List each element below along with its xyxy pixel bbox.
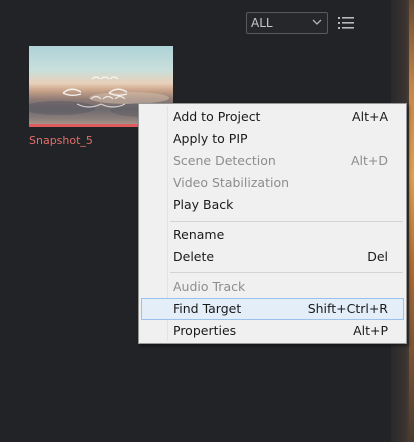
media-filter-dropdown[interactable]: ALL	[246, 12, 328, 34]
menu-item-label: Rename	[173, 227, 225, 242]
menu-item-label: Scene Detection	[173, 153, 276, 168]
menu-item-properties[interactable]: Properties Alt+P	[141, 320, 404, 342]
menu-item-shortcut: Del	[367, 249, 388, 264]
menu-item-label: Find Target	[173, 301, 242, 316]
context-menu: Add to Project Alt+A Apply to PIP Scene …	[138, 103, 407, 344]
chevron-down-icon	[312, 19, 322, 25]
menu-item-play-back[interactable]: Play Back	[141, 194, 404, 216]
menu-item-find-target[interactable]: Find Target Shift+Ctrl+R	[141, 298, 404, 320]
menu-item-add-to-project[interactable]: Add to Project Alt+A	[141, 106, 404, 128]
menu-item-label: Video Stabilization	[173, 175, 290, 190]
media-item-name[interactable]: Snapshot_5	[29, 134, 93, 147]
menu-item-audio-track: Audio Track	[141, 276, 404, 298]
menu-item-label: Delete	[173, 249, 215, 264]
list-view-icon[interactable]	[337, 15, 355, 31]
menu-item-shortcut: Shift+Ctrl+R	[307, 301, 388, 316]
menu-item-label: Properties	[173, 323, 237, 338]
media-library-panel: ALL Snapshot_5 Add to Project Alt+A Appl…	[0, 0, 414, 442]
media-filter-value: ALL	[251, 16, 273, 30]
menu-item-shortcut: Alt+P	[353, 323, 388, 338]
menu-item-label: Apply to PIP	[173, 131, 248, 146]
menu-item-label: Play Back	[173, 197, 234, 212]
menu-item-video-stabilization: Video Stabilization	[141, 172, 404, 194]
preview-strip	[409, 0, 414, 442]
menu-item-rename[interactable]: Rename	[141, 224, 404, 246]
menu-item-delete[interactable]: Delete Del	[141, 246, 404, 268]
menu-item-scene-detection: Scene Detection Alt+D	[141, 150, 404, 172]
menu-item-apply-to-pip[interactable]: Apply to PIP	[141, 128, 404, 150]
menu-separator	[170, 221, 403, 222]
menu-item-shortcut: Alt+A	[352, 109, 388, 124]
menu-item-label: Add to Project	[173, 109, 261, 124]
menu-separator	[170, 272, 403, 273]
menu-item-label: Audio Track	[173, 279, 246, 294]
menu-item-shortcut: Alt+D	[350, 153, 388, 168]
